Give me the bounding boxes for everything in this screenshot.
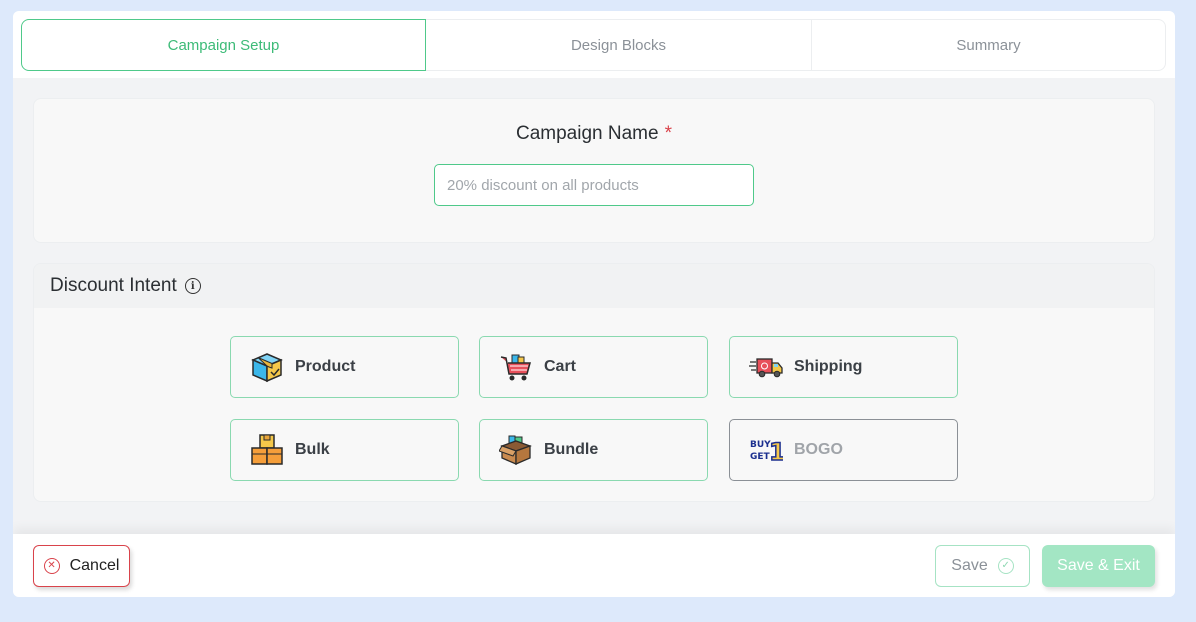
discount-intent-title: Discount Intent [50, 275, 177, 296]
campaign-name-text: Campaign Name [516, 123, 659, 144]
tab-summary[interactable]: Summary [812, 19, 1166, 71]
intent-option-label: BOGO [794, 441, 843, 458]
intent-option-label: Shipping [794, 358, 863, 375]
campaign-name-card: Campaign Name * [33, 98, 1155, 243]
intent-option-bulk[interactable]: Bulk [230, 419, 459, 481]
discount-intent-header: Discount Intent i [34, 264, 1154, 308]
close-circle-icon: ✕ [43, 558, 60, 574]
box-icon [249, 349, 285, 385]
discount-intent-card: Discount Intent i Product Cart Shipping … [33, 263, 1155, 502]
cart-icon [498, 349, 534, 385]
intent-option-cart[interactable]: Cart [479, 336, 708, 398]
intent-option-bundle[interactable]: Bundle [479, 419, 708, 481]
save-button[interactable]: Save ✓ [935, 545, 1030, 587]
intent-option-bogo[interactable]: BUY GET 1 BOGO [729, 419, 958, 481]
save-label: Save [951, 557, 988, 574]
check-circle-icon: ✓ [997, 558, 1014, 574]
campaign-name-input[interactable] [434, 164, 754, 206]
intent-option-shipping[interactable]: Shipping [729, 336, 958, 398]
intent-option-label: Bulk [295, 441, 330, 458]
bundle-box-icon [498, 432, 534, 468]
tab-campaign-setup[interactable]: Campaign Setup [21, 19, 426, 71]
svg-text:GET: GET [750, 452, 771, 462]
campaign-name-label: Campaign Name * [34, 123, 1154, 145]
cancel-label: Cancel [69, 557, 120, 574]
buy1-get1-icon: BUY GET 1 [748, 432, 784, 468]
stacked-boxes-icon [249, 432, 285, 468]
save-and-exit-button[interactable]: Save & Exit [1042, 545, 1155, 587]
save-exit-label: Save & Exit [1057, 557, 1140, 574]
step-tabs: Campaign Setup Design Blocks Summary [13, 11, 1175, 78]
campaign-editor-window: Campaign Setup Design Blocks Summary Cam… [13, 11, 1175, 597]
intent-option-product[interactable]: Product [230, 336, 459, 398]
tab-design-blocks[interactable]: Design Blocks [426, 19, 812, 71]
info-icon[interactable]: i [184, 278, 201, 294]
required-mark: * [664, 123, 672, 144]
svg-text:1: 1 [769, 438, 783, 466]
svg-text:BUY: BUY [750, 440, 771, 450]
cancel-button[interactable]: ✕ Cancel [33, 545, 130, 587]
intent-option-label: Product [295, 358, 356, 375]
intent-option-label: Cart [544, 358, 577, 375]
truck-icon [748, 349, 784, 385]
intent-option-label: Bundle [544, 441, 599, 458]
footer-bar: ✕ Cancel Save ✓ Save & Exit [13, 534, 1175, 597]
